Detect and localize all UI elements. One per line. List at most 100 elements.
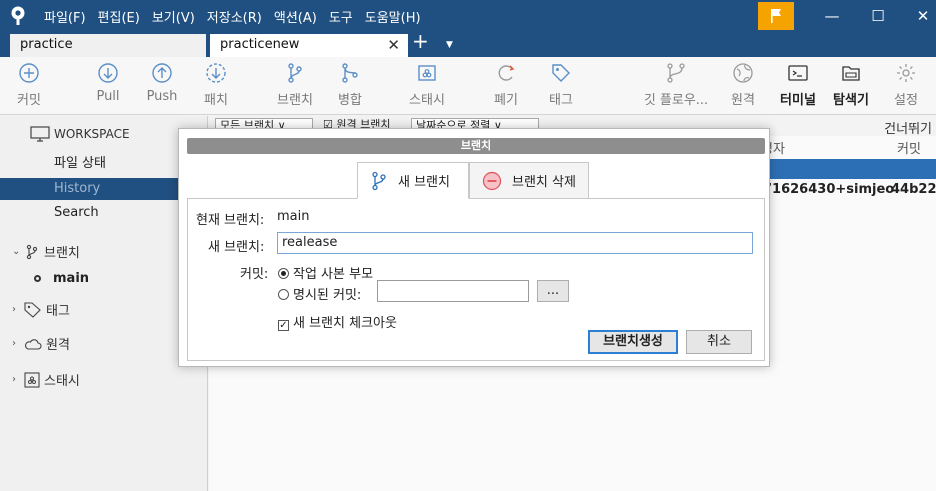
skip-label: 건너뛰기 xyxy=(884,122,932,137)
radio-unselected-icon xyxy=(278,289,289,300)
repo-tab-bar: practice practicenew ✕ xyxy=(0,32,936,57)
tab-practice[interactable]: practice xyxy=(10,34,206,57)
branches-label: 브랜치 xyxy=(44,246,80,261)
radio-specified-label: 명시된 커밋: xyxy=(293,288,362,303)
sidebar-item-search[interactable]: Search xyxy=(0,202,208,224)
fetch-icon xyxy=(206,63,226,83)
merge-icon xyxy=(342,63,358,83)
history-row-commit: 44b222 xyxy=(891,182,936,197)
workspace-header: WORKSPACE xyxy=(30,126,130,142)
terminal-button[interactable]: 터미널 xyxy=(774,61,822,108)
remote-button[interactable]: 원격 xyxy=(725,61,761,108)
push-label: Push xyxy=(146,89,178,104)
plus-circle-icon xyxy=(19,63,39,83)
cancel-button[interactable]: 취소 xyxy=(686,330,752,354)
radio-working-copy-parent[interactable]: 작업 사본 부모 xyxy=(278,263,373,282)
branch-button[interactable]: 브랜치 xyxy=(270,61,320,108)
merge-label: 병합 xyxy=(338,93,362,108)
commit-source-label: 커밋: xyxy=(240,267,269,282)
radio-selected-icon xyxy=(278,268,289,279)
current-branch-dot-icon xyxy=(34,275,41,282)
discard-icon xyxy=(498,65,515,81)
tab-new-branch[interactable]: 새 브랜치 xyxy=(357,162,469,199)
title-bar: 파일(F) 편집(E) 보기(V) 저장소(R) 액션(A) 도구 도움말(H)… xyxy=(0,0,936,32)
stash-button[interactable]: 스태시 xyxy=(402,61,452,108)
gitflow-label: 깃 플로우... xyxy=(643,93,709,108)
remotes-label: 원격 xyxy=(46,338,70,353)
explorer-label: 탐색기 xyxy=(833,93,869,108)
minimize-button[interactable]: — xyxy=(809,0,855,32)
settings-button[interactable]: 설정 xyxy=(888,61,924,108)
dialog-title: 브랜치 xyxy=(187,138,765,154)
stash-label: 스태시 xyxy=(409,93,445,108)
close-button[interactable]: ✕ xyxy=(900,0,936,32)
git-flow-icon xyxy=(667,63,685,83)
remote-label: 원격 xyxy=(731,93,755,108)
tab-delete-branch[interactable]: 브랜치 삭제 xyxy=(469,162,589,199)
arrow-up-circle-icon xyxy=(152,63,172,83)
push-button[interactable]: Push xyxy=(142,61,182,104)
workspace-label: WORKSPACE xyxy=(54,127,130,141)
sidebar-branch-main[interactable]: main xyxy=(34,271,89,286)
current-branch-label: 현재 브랜치: xyxy=(196,213,265,228)
radio-working-copy-label: 작업 사본 부모 xyxy=(293,267,374,282)
pull-button[interactable]: Pull xyxy=(88,61,128,104)
new-branch-label: 새 브랜치: xyxy=(208,240,265,255)
menu-edit[interactable]: 편집(E) xyxy=(98,7,140,26)
commit-label: 커밋 xyxy=(17,93,41,108)
merge-button[interactable]: 병합 xyxy=(330,61,370,108)
arrow-down-circle-icon xyxy=(98,63,118,83)
specified-commit-input[interactable] xyxy=(377,280,529,302)
sidebar-group-remotes[interactable]: › 원격 xyxy=(12,334,70,353)
fetch-button[interactable]: 패치 xyxy=(196,61,236,108)
sidebar-item-history[interactable]: History xyxy=(0,178,208,200)
stashes-label: 스태시 xyxy=(44,374,80,389)
menu-tools[interactable]: 도구 xyxy=(329,7,353,26)
menu-help[interactable]: 도움말(H) xyxy=(365,7,421,26)
checkout-new-branch-checkbox[interactable]: ✓ 새 브랜치 체크아웃 xyxy=(278,312,397,331)
sidebar-group-tags[interactable]: › 태그 xyxy=(12,300,70,319)
stash-icon xyxy=(418,65,436,81)
discard-button[interactable]: 폐기 xyxy=(486,61,526,108)
branch-label: 브랜치 xyxy=(277,93,313,108)
maximize-button[interactable]: ☐ xyxy=(855,0,901,32)
tab-new-branch-label: 새 브랜치 xyxy=(398,175,450,190)
branch-icon xyxy=(372,171,386,190)
sidebar-group-stashes[interactable]: › 스태시 xyxy=(12,370,80,389)
toolbar: 커밋 Pull Push 패치 브랜치 병합 스태시 폐기 태그 깃 플로우..… xyxy=(0,57,936,115)
checkout-label: 새 브랜치 체크아웃 xyxy=(293,316,397,331)
create-branch-button[interactable]: 브랜치생성 xyxy=(588,330,678,354)
tab-close-icon[interactable]: ✕ xyxy=(387,36,400,54)
tab-delete-branch-label: 브랜치 삭제 xyxy=(512,175,576,190)
commit-button[interactable]: 커밋 xyxy=(9,61,49,108)
new-branch-input[interactable]: realease xyxy=(277,232,753,254)
browse-commit-button[interactable]: ... xyxy=(537,280,569,302)
globe-icon xyxy=(733,63,753,83)
fetch-label: 패치 xyxy=(204,93,228,108)
sidebar-group-branches[interactable]: ⌄ 브랜치 xyxy=(12,242,80,261)
folder-icon xyxy=(842,66,860,81)
new-tab-button[interactable]: + xyxy=(412,29,429,53)
checkbox-checked-icon: ✓ xyxy=(278,320,289,331)
branch-dialog: 브랜치 새 브랜치 브랜치 삭제 현재 브랜치: main 새 브랜치: rea… xyxy=(178,128,770,367)
explorer-button[interactable]: 탐색기 xyxy=(827,61,875,108)
menu-actions[interactable]: 액션(A) xyxy=(274,7,317,26)
menu-repository[interactable]: 저장소(R) xyxy=(207,7,262,26)
sidebar-item-file-status[interactable]: 파일 상태 xyxy=(0,153,208,175)
column-header-commit[interactable]: 커밋 xyxy=(897,138,921,157)
tab-label: practicenew xyxy=(220,37,300,52)
settings-label: 설정 xyxy=(894,93,918,108)
chevron-right-icon: › xyxy=(12,338,16,349)
flag-icon xyxy=(771,9,781,23)
tab-list-dropdown-icon[interactable]: ▼ xyxy=(446,40,453,50)
pull-label: Pull xyxy=(96,89,120,104)
radio-specified-commit[interactable]: 명시된 커밋: xyxy=(278,284,361,303)
tags-label: 태그 xyxy=(46,304,70,319)
gitflow-button[interactable]: 깃 플로우... xyxy=(638,61,714,108)
terminal-icon xyxy=(788,65,808,81)
tag-button[interactable]: 태그 xyxy=(541,61,581,108)
menu-view[interactable]: 보기(V) xyxy=(152,7,195,26)
tab-practicenew[interactable]: practicenew ✕ xyxy=(210,34,408,57)
notification-flag-button[interactable] xyxy=(758,2,794,30)
menu-file[interactable]: 파일(F) xyxy=(44,7,86,26)
